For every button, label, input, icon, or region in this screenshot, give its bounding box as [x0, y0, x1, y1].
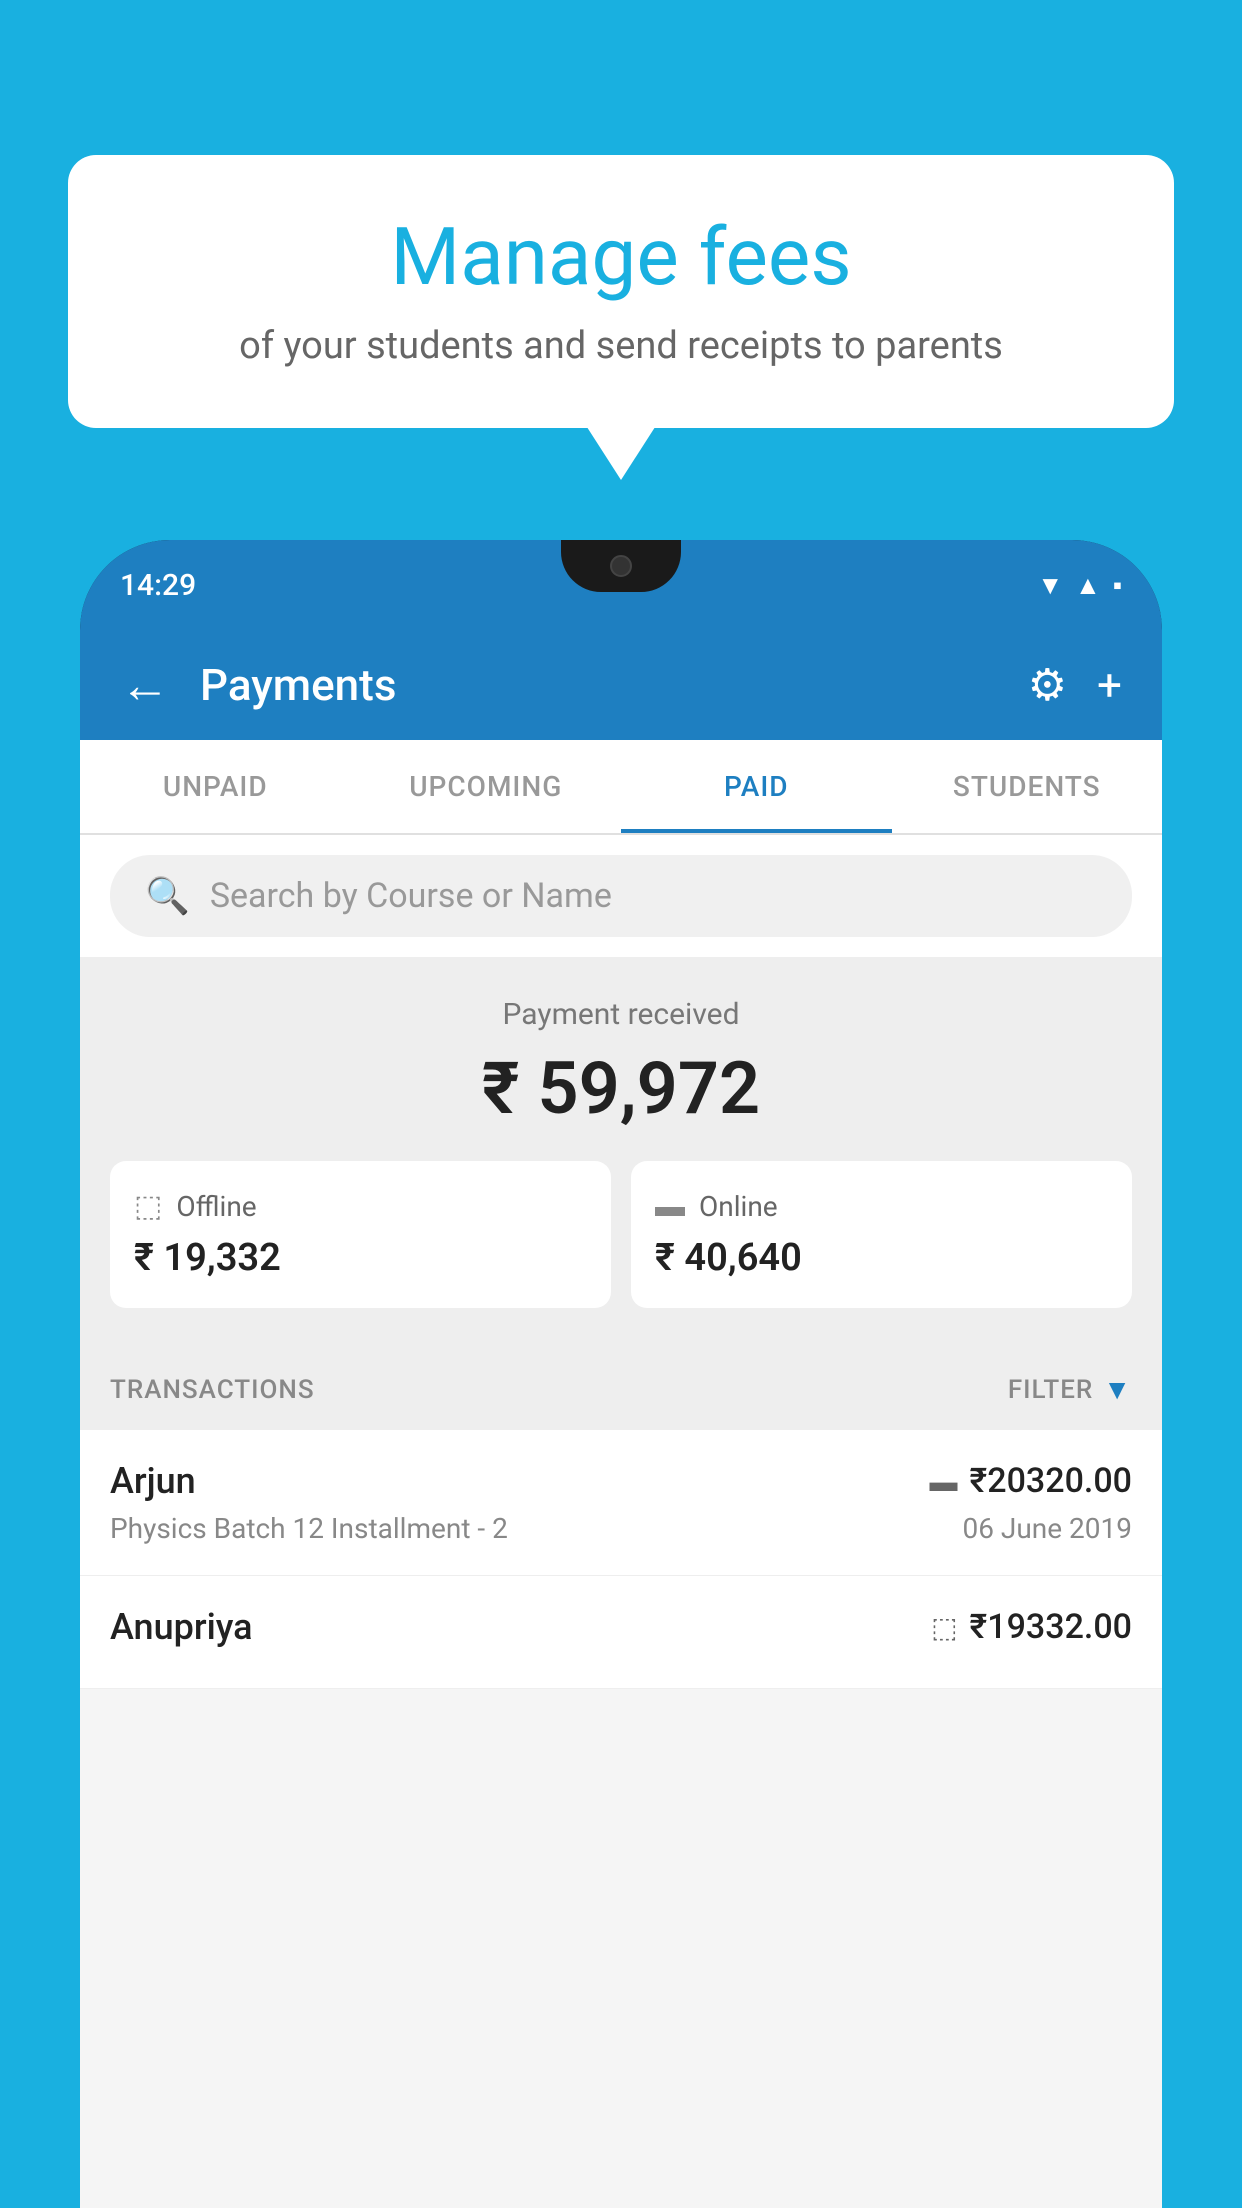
online-amount: ₹ 40,640: [655, 1236, 1108, 1280]
signal-icon: ▲: [1075, 570, 1101, 601]
table-row[interactable]: Arjun ▬ ₹20320.00 Physics Batch 12 Insta…: [80, 1430, 1162, 1576]
online-payment-card: ▬ Online ₹ 40,640: [631, 1161, 1132, 1308]
search-container: 🔍 Search by Course or Name: [80, 835, 1162, 957]
search-input[interactable]: Search by Course or Name: [210, 876, 612, 916]
offline-amount: ₹ 19,332: [134, 1236, 587, 1280]
search-icon: 🔍: [145, 875, 190, 917]
bubble-subtitle: of your students and send receipts to pa…: [128, 324, 1114, 368]
transaction-date: 06 June 2019: [962, 1512, 1132, 1545]
bubble-title: Manage fees: [128, 210, 1114, 304]
status-icons: ▼ ▲ ▪: [1037, 570, 1122, 601]
transaction-top-arjun: Arjun ▬ ₹20320.00: [110, 1460, 1132, 1502]
tab-paid[interactable]: PAID: [621, 740, 892, 833]
app-bar-actions: ⚙ +: [1028, 659, 1122, 711]
transaction-name: Anupriya: [110, 1606, 253, 1648]
app-bar-title: Payments: [200, 659, 1028, 711]
transaction-amount-wrapper-anupriya: ⬚ ₹19332.00: [931, 1607, 1132, 1647]
status-time: 14:29: [120, 568, 196, 603]
filter-icon: ▼: [1103, 1373, 1132, 1406]
online-label: Online: [699, 1190, 778, 1223]
notch: [561, 540, 681, 592]
transaction-name: Arjun: [110, 1460, 196, 1502]
search-box[interactable]: 🔍 Search by Course or Name: [110, 855, 1132, 937]
transaction-top-anupriya: Anupriya ⬚ ₹19332.00: [110, 1606, 1132, 1648]
tab-upcoming[interactable]: UPCOMING: [351, 740, 622, 833]
back-button[interactable]: ←: [120, 656, 170, 715]
offline-icon: ⬚: [134, 1189, 162, 1224]
payment-cards: ⬚ Offline ₹ 19,332 ▬ Online ₹ 40,640: [110, 1161, 1132, 1308]
offline-label: Offline: [176, 1190, 256, 1223]
tab-students[interactable]: STUDENTS: [892, 740, 1163, 833]
transaction-list: Arjun ▬ ₹20320.00 Physics Batch 12 Insta…: [80, 1430, 1162, 1689]
offline-header: ⬚ Offline: [134, 1189, 587, 1224]
app-bar: ← Payments ⚙ +: [80, 630, 1162, 740]
transaction-amount: ₹20320.00: [970, 1461, 1132, 1501]
payment-summary: Payment received ₹ 59,972 ⬚ Offline ₹ 19…: [80, 957, 1162, 1343]
camera: [610, 555, 632, 577]
phone-frame: 14:29 ▼ ▲ ▪ ← Payments ⚙ + UNPAID UPCOMI…: [80, 540, 1162, 2208]
transaction-amount: ₹19332.00: [970, 1607, 1132, 1647]
tab-unpaid[interactable]: UNPAID: [80, 740, 351, 833]
transaction-amount-wrapper-arjun: ▬ ₹20320.00: [930, 1461, 1132, 1501]
transaction-bottom-arjun: Physics Batch 12 Installment - 2 06 June…: [110, 1512, 1132, 1545]
payment-received-label: Payment received: [110, 997, 1132, 1032]
filter-label: FILTER: [1008, 1375, 1093, 1405]
app-content: ← Payments ⚙ + UNPAID UPCOMING PAID STUD…: [80, 630, 1162, 2208]
battery-icon: ▪: [1113, 570, 1122, 601]
tabs: UNPAID UPCOMING PAID STUDENTS: [80, 740, 1162, 835]
table-row[interactable]: Anupriya ⬚ ₹19332.00: [80, 1576, 1162, 1689]
payment-total-amount: ₹ 59,972: [110, 1046, 1132, 1131]
transaction-course: Physics Batch 12 Installment - 2: [110, 1512, 508, 1545]
online-icon: ▬: [655, 1189, 685, 1224]
settings-icon[interactable]: ⚙: [1028, 659, 1067, 711]
transactions-label: TRANSACTIONS: [110, 1375, 315, 1405]
transactions-header: TRANSACTIONS FILTER ▼: [80, 1343, 1162, 1430]
card-payment-icon: ▬: [930, 1465, 958, 1498]
cash-payment-icon: ⬚: [931, 1611, 957, 1644]
add-icon[interactable]: +: [1097, 659, 1122, 711]
wifi-icon: ▼: [1037, 570, 1063, 601]
filter-button[interactable]: FILTER ▼: [1008, 1373, 1132, 1406]
online-header: ▬ Online: [655, 1189, 1108, 1224]
offline-payment-card: ⬚ Offline ₹ 19,332: [110, 1161, 611, 1308]
status-bar: 14:29 ▼ ▲ ▪: [80, 540, 1162, 630]
speech-bubble: Manage fees of your students and send re…: [68, 155, 1174, 428]
